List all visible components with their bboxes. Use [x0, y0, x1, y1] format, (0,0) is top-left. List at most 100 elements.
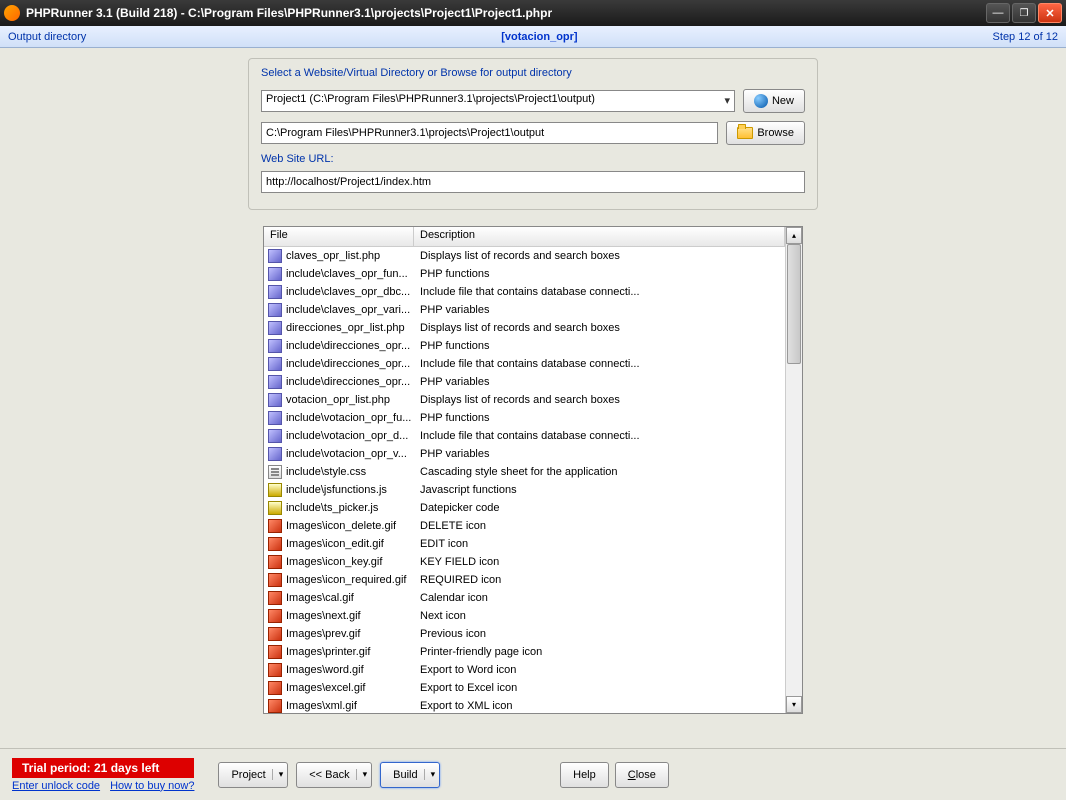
file-description: KEY FIELD icon [416, 556, 781, 568]
img-file-icon [268, 663, 282, 677]
file-name: Images\icon_edit.gif [286, 538, 416, 550]
new-button[interactable]: New [743, 89, 805, 113]
build-button[interactable]: Build [380, 762, 440, 788]
maximize-button[interactable] [1012, 3, 1036, 23]
file-description: PHP variables [416, 448, 781, 460]
file-description: PHP functions [416, 268, 781, 280]
file-name: include\votacion_opr_fu... [286, 412, 416, 424]
file-name: include\ts_picker.js [286, 502, 416, 514]
php-file-icon [268, 447, 282, 461]
file-row[interactable]: include\votacion_opr_d...Include file th… [264, 427, 785, 445]
file-row[interactable]: include\ts_picker.jsDatepicker code [264, 499, 785, 517]
file-row[interactable]: include\jsfunctions.jsJavascript functio… [264, 481, 785, 499]
file-list-rows: claves_opr_list.phpDisplays list of reco… [264, 247, 785, 713]
file-row[interactable]: Images\xml.gifExport to XML icon [264, 697, 785, 713]
scroll-thumb[interactable] [787, 244, 801, 364]
file-row[interactable]: include\direcciones_opr...PHP variables [264, 373, 785, 391]
output-directory-panel: Select a Website/Virtual Directory or Br… [248, 58, 818, 210]
file-name: claves_opr_list.php [286, 250, 416, 262]
file-description: PHP functions [416, 412, 781, 424]
file-name: include\direcciones_opr... [286, 358, 416, 370]
img-file-icon [268, 537, 282, 551]
php-file-icon [268, 411, 282, 425]
scroll-down-icon[interactable]: ▾ [786, 696, 802, 713]
scroll-up-icon[interactable]: ▴ [786, 227, 802, 244]
file-list-panel: File Description claves_opr_list.phpDisp… [263, 226, 803, 714]
file-description: PHP variables [416, 304, 781, 316]
file-name: direcciones_opr_list.php [286, 322, 416, 334]
file-description: REQUIRED icon [416, 574, 781, 586]
window-title: PHPRunner 3.1 (Build 218) - C:\Program F… [26, 6, 986, 20]
img-file-icon [268, 591, 282, 605]
browse-button[interactable]: Browse [726, 121, 805, 145]
file-description: Javascript functions [416, 484, 781, 496]
file-row[interactable]: Images\icon_key.gifKEY FIELD icon [264, 553, 785, 571]
file-row[interactable]: Images\prev.gifPrevious icon [264, 625, 785, 643]
new-button-label: New [772, 95, 794, 107]
php-file-icon [268, 339, 282, 353]
file-row[interactable]: direcciones_opr_list.phpDisplays list of… [264, 319, 785, 337]
img-file-icon [268, 627, 282, 641]
file-row[interactable]: include\style.cssCascading style sheet f… [264, 463, 785, 481]
file-name: include\direcciones_opr... [286, 376, 416, 388]
scroll-track[interactable] [786, 244, 802, 696]
img-file-icon [268, 519, 282, 533]
project-button[interactable]: Project [218, 762, 288, 788]
virtual-directory-combo[interactable]: Project1 (C:\Program Files\PHPRunner3.1\… [261, 90, 735, 112]
file-description: Displays list of records and search boxe… [416, 250, 781, 262]
file-row[interactable]: Images\excel.gifExport to Excel icon [264, 679, 785, 697]
file-row[interactable]: Images\printer.gifPrinter-friendly page … [264, 643, 785, 661]
column-description[interactable]: Description [414, 227, 785, 246]
file-row[interactable]: Images\word.gifExport to Word icon [264, 661, 785, 679]
php-file-icon [268, 267, 282, 281]
file-row[interactable]: Images\icon_required.gifREQUIRED icon [264, 571, 785, 589]
step-bar: Output directory [votacion_opr] Step 12 … [0, 26, 1066, 48]
file-description: Include file that contains database conn… [416, 430, 781, 442]
file-row[interactable]: Images\icon_edit.gifEDIT icon [264, 535, 785, 553]
website-url-input[interactable] [261, 171, 805, 193]
close-button[interactable]: Close [615, 762, 669, 788]
column-file[interactable]: File [264, 227, 414, 246]
file-row[interactable]: include\claves_opr_dbc...Include file th… [264, 283, 785, 301]
file-name: include\votacion_opr_d... [286, 430, 416, 442]
how-to-buy-link[interactable]: How to buy now? [110, 780, 194, 792]
close-window-button[interactable] [1038, 3, 1062, 23]
folder-icon [737, 127, 753, 139]
back-button[interactable]: << Back [296, 762, 372, 788]
panel-instruction: Select a Website/Virtual Directory or Br… [261, 67, 805, 79]
window-titlebar: PHPRunner 3.1 (Build 218) - C:\Program F… [0, 0, 1066, 26]
minimize-button[interactable] [986, 3, 1010, 23]
file-description: Cascading style sheet for the applicatio… [416, 466, 781, 478]
file-row[interactable]: include\votacion_opr_fu...PHP functions [264, 409, 785, 427]
file-name: include\claves_opr_fun... [286, 268, 416, 280]
file-name: include\jsfunctions.js [286, 484, 416, 496]
close-button-label: lose [636, 769, 656, 781]
file-row[interactable]: include\direcciones_opr...Include file t… [264, 355, 785, 373]
file-row[interactable]: Images\next.gifNext icon [264, 607, 785, 625]
url-label: Web Site URL: [261, 153, 805, 165]
file-row[interactable]: votacion_opr_list.phpDisplays list of re… [264, 391, 785, 409]
file-name: Images\xml.gif [286, 700, 416, 712]
file-row[interactable]: Images\icon_delete.gifDELETE icon [264, 517, 785, 535]
php-file-icon [268, 303, 282, 317]
php-file-icon [268, 285, 282, 299]
output-path-input[interactable] [261, 122, 718, 144]
file-list-scrollbar[interactable]: ▴ ▾ [785, 227, 802, 713]
img-file-icon [268, 555, 282, 569]
file-name: Images\printer.gif [286, 646, 416, 658]
file-description: Displays list of records and search boxe… [416, 322, 781, 334]
file-list-header: File Description [264, 227, 785, 247]
file-row[interactable]: Images\cal.gifCalendar icon [264, 589, 785, 607]
img-file-icon [268, 573, 282, 587]
file-row[interactable]: include\direcciones_opr...PHP functions [264, 337, 785, 355]
php-file-icon [268, 393, 282, 407]
file-row[interactable]: include\claves_opr_fun...PHP functions [264, 265, 785, 283]
file-row[interactable]: include\votacion_opr_v...PHP variables [264, 445, 785, 463]
help-button[interactable]: Help [560, 762, 609, 788]
file-row[interactable]: claves_opr_list.phpDisplays list of reco… [264, 247, 785, 265]
file-row[interactable]: include\claves_opr_vari...PHP variables [264, 301, 785, 319]
img-file-icon [268, 681, 282, 695]
js-file-icon [268, 501, 282, 515]
main-panel: Select a Website/Virtual Directory or Br… [0, 48, 1066, 748]
unlock-code-link[interactable]: Enter unlock code [12, 780, 100, 792]
